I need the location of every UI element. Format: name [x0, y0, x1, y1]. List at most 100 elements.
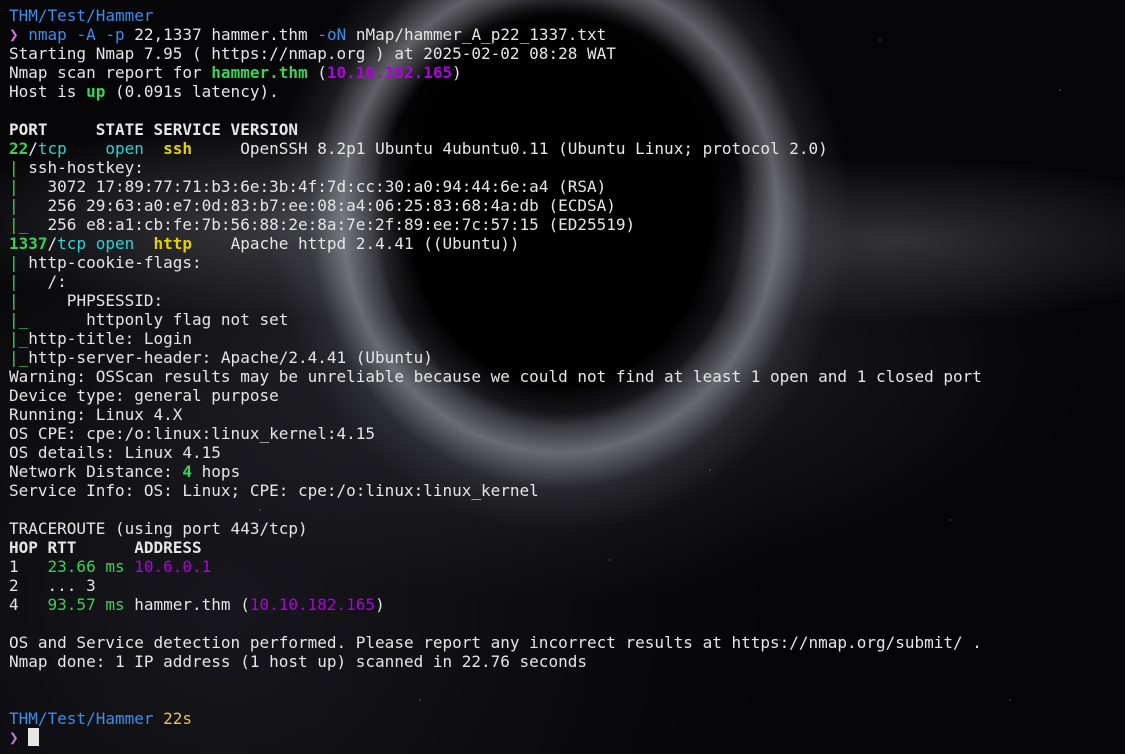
script-line: |_http-title: Login: [9, 329, 982, 348]
command-exe: nmap: [28, 25, 67, 44]
report-paren: (: [307, 63, 327, 82]
hop-host: hammer.thm (: [124, 595, 250, 614]
port-proto: tcp: [57, 234, 87, 253]
script-text: http-title: Login: [28, 329, 193, 348]
script-text: httponly flag not set: [28, 310, 289, 329]
output-line: OS and Service detection performed. Plea…: [9, 633, 982, 652]
script-bar: |_: [9, 215, 29, 234]
prompt-symbol: ❯: [9, 728, 19, 747]
output-line: Network Distance: 4 hops: [9, 462, 982, 481]
port-state: open: [105, 139, 144, 158]
prompt-path: THM/Test/Hammer: [9, 6, 154, 25]
port-service: ssh: [163, 139, 193, 158]
script-text: 256 29:63:a0:e7:0d:83:b7:ee:08:a4:06:25:…: [18, 196, 616, 215]
hop-num: 1: [9, 557, 48, 576]
port-slash: /: [47, 234, 58, 253]
script-bar: |: [9, 253, 19, 272]
command-line: ❯ nmap -A -p 22,1337 hammer.thm -oN nMap…: [9, 25, 982, 44]
port-version: OpenSSH 8.2p1 Ubuntu 4ubuntu0.11 (Ubuntu…: [192, 139, 828, 158]
port-table-header: PORT STATE SERVICE VERSION: [9, 120, 298, 139]
script-line: | 256 29:63:a0:e7:0d:83:b7:ee:08:a4:06:2…: [9, 196, 982, 215]
output-line: Host is up (0.091s latency).: [9, 82, 982, 101]
report-prefix: Nmap scan report for: [9, 63, 212, 82]
terminal-window[interactable]: THM/Test/Hammer ❯ nmap -A -p 22,1337 hamm…: [0, 0, 1125, 754]
script-line: |_ 256 e8:a1:cb:fe:7b:56:88:2e:8a:7e:2f:…: [9, 215, 982, 234]
output-line: Service Info: OS: Linux; CPE: cpe:/o:lin…: [9, 481, 539, 500]
traceroute-title: TRACEROUTE (using port 443/tcp): [9, 519, 308, 538]
latency: (0.091s latency).: [105, 82, 279, 101]
script-text: PHPSESSID:: [18, 291, 173, 310]
hop-addr: 10.10.182.165: [249, 595, 376, 614]
script-line: |_ httponly flag not set: [9, 310, 982, 329]
host-up: up: [86, 82, 106, 101]
script-bar: |_: [9, 348, 29, 367]
command-outfile: nMap/hammer_A_p22_1337.txt: [355, 25, 607, 44]
traceroute-row: 1 23.66 ms 10.6.0.1: [9, 557, 982, 576]
report-host: hammer.thm: [211, 63, 308, 82]
script-bar: |_: [9, 329, 29, 348]
script-text: http-cookie-flags:: [18, 253, 212, 272]
script-line: | /:: [9, 272, 982, 291]
report-paren: ): [452, 63, 462, 82]
port-slash: /: [28, 139, 38, 158]
script-line: | 3072 17:89:77:71:b3:6e:3b:4f:7d:cc:30:…: [9, 177, 982, 196]
script-text: /:: [18, 272, 77, 291]
script-text: 3072 17:89:77:71:b3:6e:3b:4f:7d:cc:30:a0…: [18, 177, 607, 196]
command-flag: -p: [105, 25, 125, 44]
report-ip: 10.10.182.165: [326, 63, 453, 82]
port-service: http: [153, 234, 193, 253]
output-line: OS details: Linux 4.15: [9, 443, 221, 462]
script-bar: |: [9, 291, 19, 310]
script-bar: |: [9, 196, 19, 215]
command-flag: -oN: [317, 25, 347, 44]
distance-num: 4: [182, 462, 193, 481]
script-bar: |_: [9, 310, 29, 329]
output-line: Warning: OSScan results may be unreliabl…: [9, 367, 982, 386]
script-bar: |: [9, 177, 19, 196]
command-flag: -A: [76, 25, 96, 44]
prompt-path: THM/Test/Hammer: [9, 709, 154, 728]
port-proto: tcp: [37, 139, 67, 158]
script-text: 256 e8:a1:cb:fe:7b:56:88:2e:8a:7e:2f:89:…: [28, 215, 636, 234]
command-ports: 22,1337: [134, 25, 202, 44]
output-line: Nmap done: 1 IP address (1 host up) scan…: [9, 652, 587, 671]
script-line: | http-cookie-flags:: [9, 253, 982, 272]
script-bar: |: [9, 272, 19, 291]
port-number: 1337: [9, 234, 48, 253]
command-duration: 22s: [163, 709, 193, 728]
command-host: hammer.thm: [211, 25, 308, 44]
port-number: 22: [9, 139, 29, 158]
text-cursor[interactable]: [28, 728, 40, 746]
script-text: http-server-header: Apache/2.4.41 (Ubunt…: [28, 348, 433, 367]
output-line: Starting Nmap 7.95 ( https://nmap.org ) …: [9, 44, 616, 63]
prompt-line: THM/Test/Hammer 22s: [9, 709, 982, 728]
output-line: OS CPE: cpe:/o:linux:linux_kernel:4.15: [9, 424, 376, 443]
port-version: Apache httpd 2.4.41 ((Ubuntu)): [192, 234, 520, 253]
port-row-22: 22/tcp open ssh OpenSSH 8.2p1 Ubuntu 4ub…: [9, 139, 982, 158]
distance-suffix: hops: [192, 462, 241, 481]
prompt-line: THM/Test/Hammer: [9, 6, 982, 25]
output-line: Running: Linux 4.X: [9, 405, 183, 424]
host-is: Host is: [9, 82, 87, 101]
hop-rtt: 23.66 ms: [47, 557, 125, 576]
traceroute-row: 4 93.57 ms hammer.thm (10.10.182.165): [9, 595, 982, 614]
output-line: Nmap scan report for hammer.thm (10.10.1…: [9, 63, 982, 82]
hop-close: ): [375, 595, 385, 614]
port-state: open: [95, 234, 135, 253]
port-row-1337: 1337/tcp open http Apache httpd 2.4.41 (…: [9, 234, 982, 253]
distance-prefix: Network Distance:: [9, 462, 183, 481]
hop-num: 4: [9, 595, 48, 614]
script-line: | ssh-hostkey:: [9, 158, 982, 177]
script-line: | PHPSESSID:: [9, 291, 982, 310]
input-line[interactable]: ❯: [9, 728, 982, 747]
terminal-output: THM/Test/Hammer ❯ nmap -A -p 22,1337 hamm…: [9, 6, 982, 747]
